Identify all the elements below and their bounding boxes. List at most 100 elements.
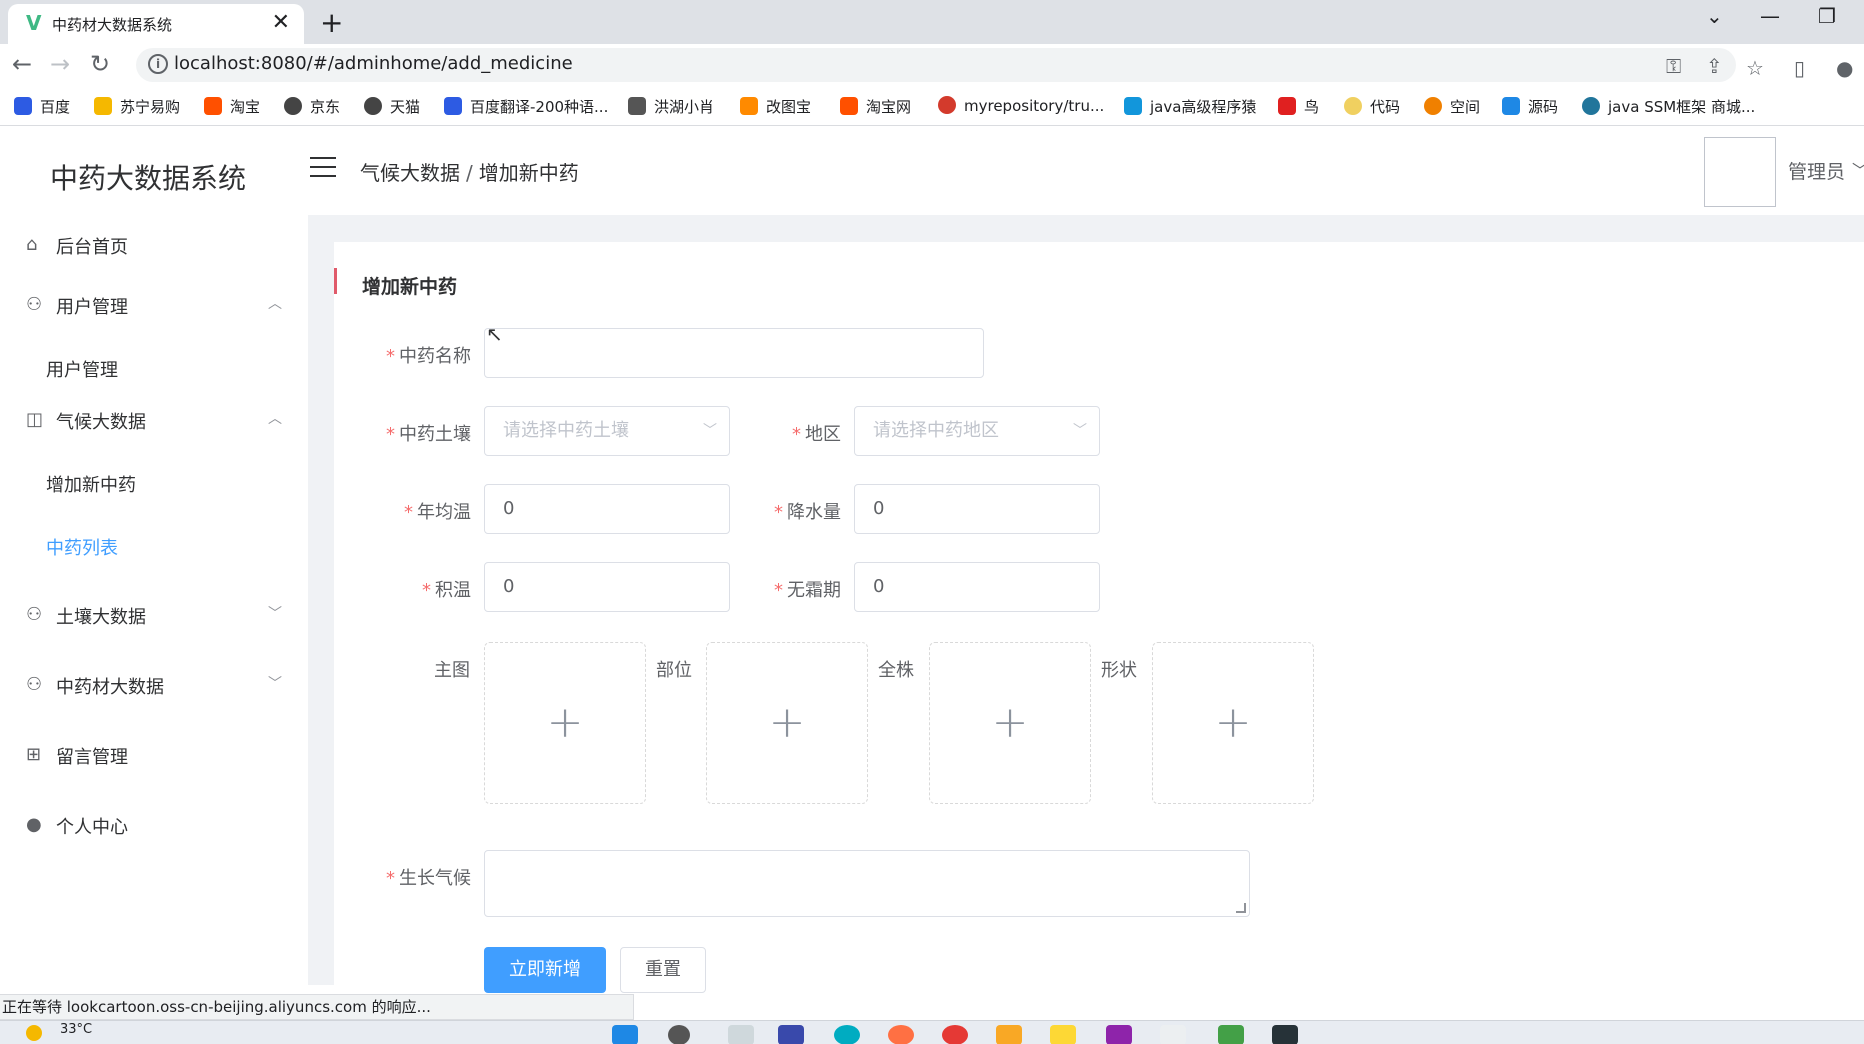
medicine-name-input[interactable] [484,328,984,378]
tab-search-icon[interactable]: ⌄ [1706,4,1723,28]
chevron-up-icon: ︿ [268,411,282,427]
taskbar-app-icon[interactable] [778,1025,804,1044]
minimize-icon[interactable]: — [1760,4,1780,28]
bookmark-item[interactable]: myrepository/tru... [938,96,1104,115]
back-icon[interactable]: ← [12,50,32,78]
breadcrumb-item[interactable]: 气候大数据 [360,161,460,185]
bookmark-item[interactable]: 空间 [1424,96,1480,117]
bookmark-item[interactable]: java SSM框架 商城... [1582,96,1755,117]
main-image-uploader[interactable]: + [484,642,646,804]
accumulated-temp-input[interactable]: 0 [484,562,730,612]
bookmark-star-icon[interactable]: ☆ [1746,56,1764,80]
reload-icon[interactable]: ↻ [90,50,110,78]
profile-icon[interactable]: ● [1836,56,1853,80]
bookmark-item[interactable]: 源码 [1502,96,1558,117]
taskbar-app-icon[interactable] [1106,1025,1132,1044]
side-panel-icon[interactable]: ▯ [1794,56,1805,80]
browser-status-bar: 正在等待 lookcartoon.oss-cn-beijing.aliyuncs… [0,994,634,1020]
bookmark-favicon-icon [1344,97,1362,115]
folder-icon[interactable] [996,1025,1022,1044]
label-text: 中药土壤 [399,424,471,445]
bookmark-item[interactable]: 代码 [1344,96,1400,117]
bookmark-favicon-icon [938,96,956,114]
sidebar-item-user-management[interactable]: ⚇ 用户管理 ︿ [0,275,308,335]
start-icon[interactable] [612,1025,638,1044]
sidebar-subitem-add-medicine[interactable]: 增加新中药 [0,453,308,513]
chrome-icon[interactable] [942,1025,968,1044]
address-bar[interactable]: i localhost:8080/#/adminhome/add_medicin… [136,48,1736,82]
sidebar-item-home[interactable]: ⌂ 后台首页 [0,215,308,275]
bookmark-item[interactable]: java高级程序猿 [1124,96,1256,117]
bookmark-item[interactable]: 百度翻译-200种语... [444,96,608,117]
sidebar-item-soil-data[interactable]: ⚇ 土壤大数据 ﹀ [0,585,308,645]
bookmark-favicon-icon [628,97,646,115]
new-tab-button[interactable]: + [320,6,343,39]
breadcrumb-separator: / [466,161,473,185]
shape-image-uploader[interactable]: + [1152,642,1314,804]
sidebar-item-label: 个人中心 [56,817,128,838]
avatar[interactable] [1704,137,1776,207]
bookmark-item[interactable]: 苏宁易购 [94,96,180,117]
browser-tab[interactable]: V 中药材大数据系统 ✕ [8,4,304,44]
taskbar-app-icon[interactable] [888,1025,914,1044]
bookmark-favicon-icon [1424,97,1442,115]
sidebar-item-profile[interactable]: ● 个人中心 [0,795,308,855]
part-image-uploader[interactable]: + [706,642,868,804]
sidebar-item-label: 后台首页 [56,237,128,258]
forward-icon[interactable]: → [50,50,70,78]
growth-climate-textarea[interactable] [484,850,1250,917]
sidebar-item-herb-data[interactable]: ⚇ 中药材大数据 ﹀ [0,655,308,715]
bookmark-item[interactable]: 百度 [14,96,70,117]
name-label: * 中药名称 [386,342,471,368]
sidebar-item-climate-data[interactable]: ◫ 气候大数据 ︿ [0,390,308,450]
accumulated-temp-label: * 积温 [422,576,471,602]
sidebar-subitem-user-management[interactable]: 用户管理 [0,338,308,398]
sidebar-item-messages[interactable]: ⊞ 留言管理 [0,725,308,785]
user-name[interactable]: 管理员 [1788,157,1845,184]
frost-free-input[interactable]: 0 [854,562,1100,612]
menu-toggle-icon[interactable] [310,157,336,177]
sidebar-subitem-medicine-list[interactable]: 中药列表 [0,516,308,576]
url-text[interactable]: localhost:8080/#/adminhome/add_medicine [174,53,573,74]
bookmark-favicon-icon [364,97,382,115]
tab-close-icon[interactable]: ✕ [272,10,290,35]
taskbar-app-icon[interactable] [834,1025,860,1044]
chevron-down-icon[interactable]: ﹀ [1852,157,1864,181]
label-text: 年均温 [417,502,471,523]
bookmark-item[interactable]: 鸟 [1278,96,1319,117]
rainfall-input[interactable]: 0 [854,484,1100,534]
annual-temp-input[interactable]: 0 [484,484,730,534]
search-icon[interactable] [668,1025,690,1044]
site-info-icon[interactable]: i [148,54,168,74]
restore-icon[interactable]: ❐ [1818,4,1836,28]
browser-tab-bar: V 中药材大数据系统 ✕ + ⌄ — ❐ [0,0,1864,44]
taskbar-app-icon[interactable] [1050,1025,1076,1044]
sidebar-item-label: 留言管理 [56,747,128,768]
breadcrumb-item-current: 增加新中药 [478,161,579,185]
bookmark-item[interactable]: 淘宝网 [840,96,911,117]
bookmark-item[interactable]: 改图宝 [740,96,811,117]
password-key-icon[interactable]: ⚿ [1666,54,1681,78]
bookmark-favicon-icon [1278,97,1296,115]
taskbar-app-icon[interactable] [1160,1025,1186,1044]
bag-icon: ◫ [26,409,44,430]
terminal-icon[interactable] [1272,1025,1298,1044]
share-icon[interactable]: ⇪ [1706,54,1723,78]
weather-icon [26,1025,42,1041]
bookmark-item[interactable]: 洪湖小肖 [628,96,714,117]
resize-handle-icon[interactable] [1236,903,1246,913]
page-title: 增加新中药 [362,276,458,298]
sidebar-item-label: 气候大数据 [56,412,146,433]
whole-plant-uploader[interactable]: + [929,642,1091,804]
soil-select[interactable]: 请选择中药土壤 ﹀ [484,406,730,456]
required-mark: * [774,580,783,601]
bookmark-item[interactable]: 天猫 [364,96,420,117]
region-select[interactable]: 请选择中药地区 ﹀ [854,406,1100,456]
reset-button[interactable]: 重置 [620,947,706,993]
taskbar-app-icon[interactable] [728,1025,754,1044]
bookmark-favicon-icon [204,97,222,115]
bookmark-item[interactable]: 淘宝 [204,96,260,117]
taskbar-app-icon[interactable] [1218,1025,1244,1044]
submit-button[interactable]: 立即新增 [484,947,606,993]
bookmark-item[interactable]: 京东 [284,96,340,117]
